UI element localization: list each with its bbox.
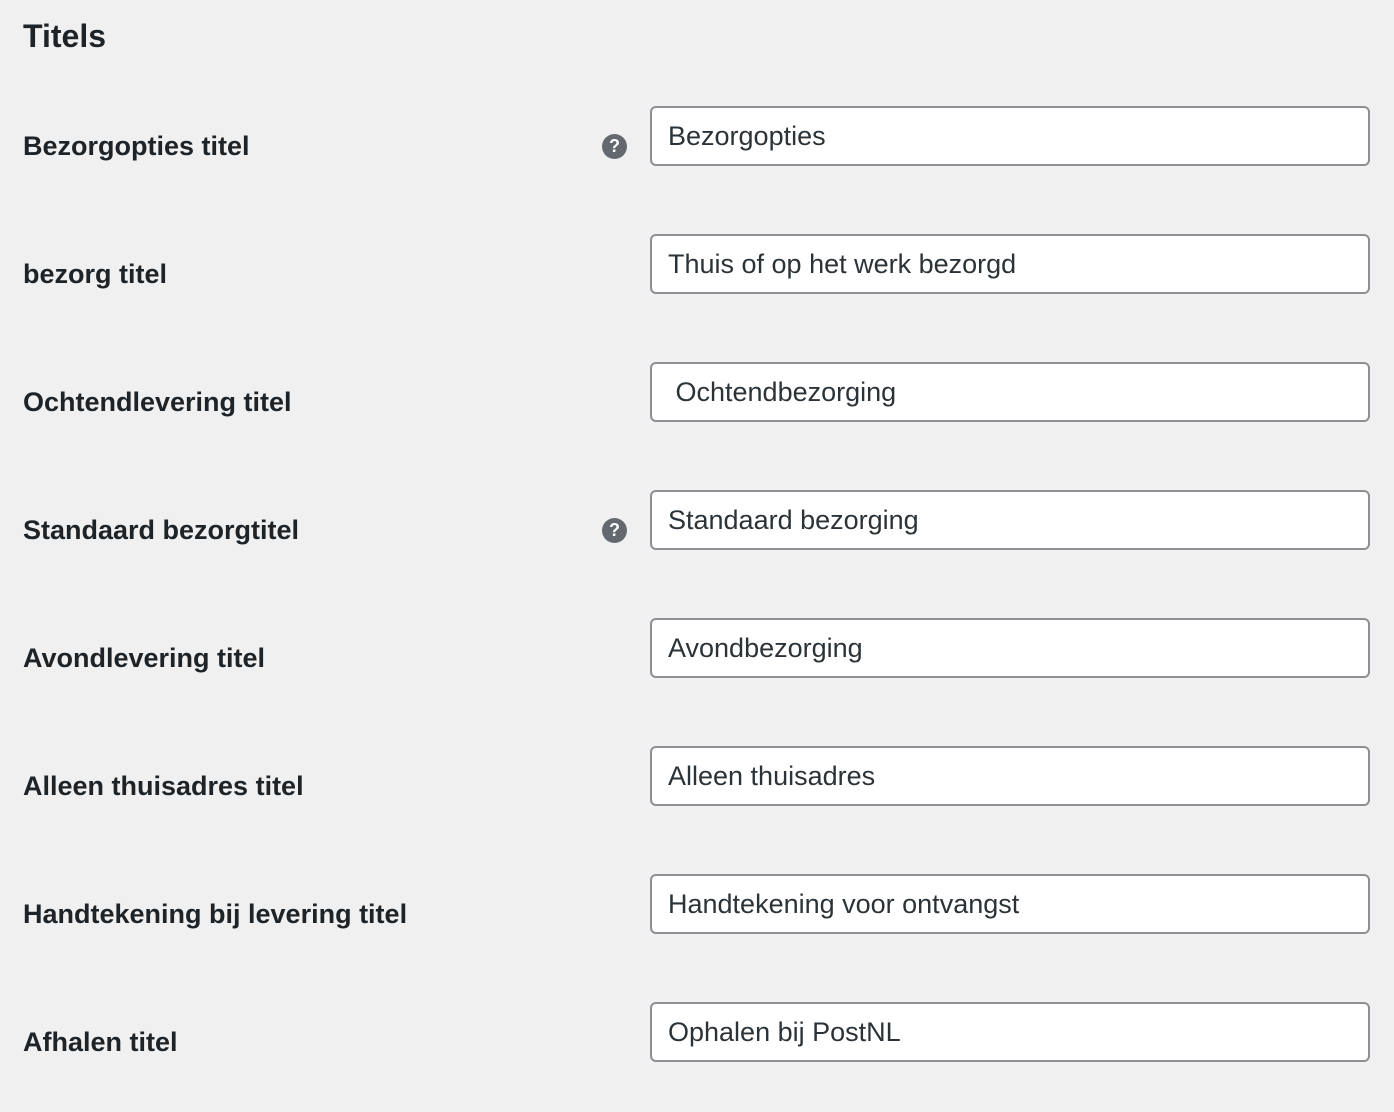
form-row-avondlevering-titel: Avondlevering titel bbox=[0, 618, 1394, 698]
standaard-bezorgtitel-input[interactable] bbox=[650, 490, 1370, 550]
field-label-afhalen-titel: Afhalen titel bbox=[23, 1027, 178, 1057]
form-row-afhalen-titel: Afhalen titel bbox=[0, 1002, 1394, 1082]
bezorgopties-titel-input[interactable] bbox=[650, 106, 1370, 166]
alleen-thuisadres-titel-input[interactable] bbox=[650, 746, 1370, 806]
form-row-bezorg-titel: bezorg titel bbox=[0, 234, 1394, 314]
field-label-standaard-bezorgtitel: Standaard bezorgtitel bbox=[23, 515, 300, 545]
field-label-alleen-thuisadres-titel: Alleen thuisadres titel bbox=[23, 771, 304, 801]
afhalen-titel-input[interactable] bbox=[650, 1002, 1370, 1062]
question-circle-icon[interactable]: ? bbox=[602, 518, 627, 543]
section-title: Titels bbox=[23, 18, 106, 54]
form-row-ochtendlevering-titel: Ochtendlevering titel bbox=[0, 362, 1394, 442]
field-label-handtekening-titel: Handtekening bij levering titel bbox=[23, 899, 408, 929]
question-circle-icon[interactable]: ? bbox=[602, 134, 627, 159]
field-label-ochtendlevering-titel: Ochtendlevering titel bbox=[23, 387, 292, 417]
ochtendlevering-titel-input[interactable] bbox=[650, 362, 1370, 422]
form-row-handtekening-titel: Handtekening bij levering titel bbox=[0, 874, 1394, 954]
form-row-bezorgopties-titel: Bezorgopties titel ? bbox=[0, 106, 1394, 186]
field-label-bezorg-titel: bezorg titel bbox=[23, 259, 168, 289]
avondlevering-titel-input[interactable] bbox=[650, 618, 1370, 678]
bezorg-titel-input[interactable] bbox=[650, 234, 1370, 294]
field-label-avondlevering-titel: Avondlevering titel bbox=[23, 643, 266, 673]
form-row-standaard-bezorgtitel: Standaard bezorgtitel ? bbox=[0, 490, 1394, 570]
form-row-alleen-thuisadres-titel: Alleen thuisadres titel bbox=[0, 746, 1394, 826]
handtekening-titel-input[interactable] bbox=[650, 874, 1370, 934]
field-label-bezorgopties-titel: Bezorgopties titel bbox=[23, 131, 250, 161]
